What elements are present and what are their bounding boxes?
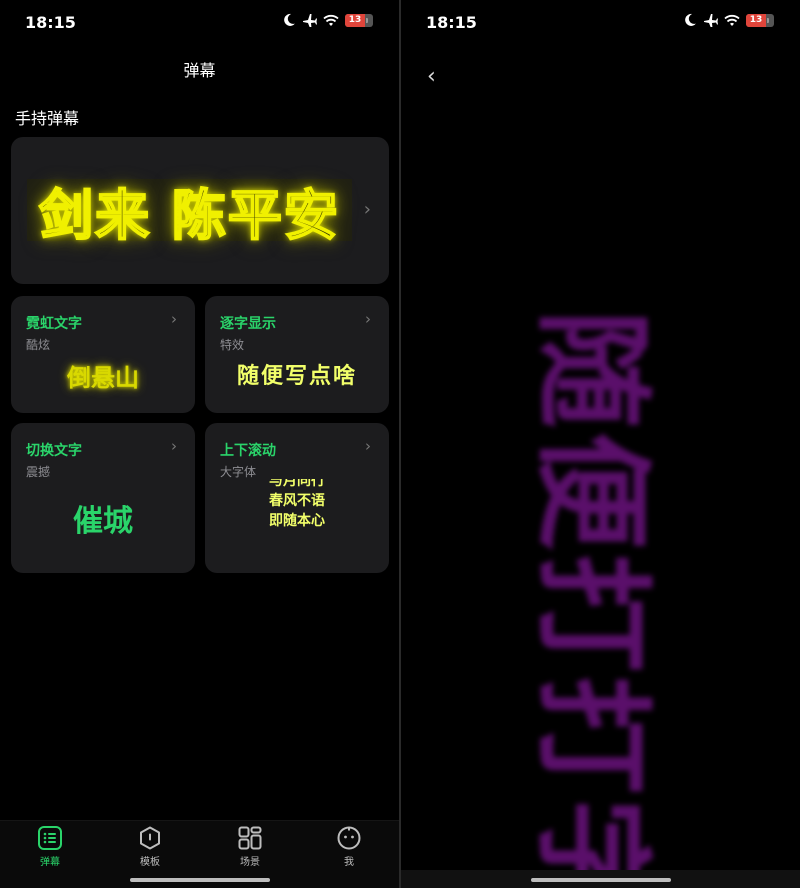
card-switch-text[interactable]: 切换文字 震撼 › 催城 (11, 423, 195, 573)
status-icons: 13 (683, 13, 774, 27)
card-title: 逐字显示 (220, 316, 276, 332)
battery-icon: 13 (345, 13, 373, 27)
wifi-icon (724, 14, 740, 26)
tab-template[interactable]: 模板 (120, 826, 180, 868)
status-bar: 18:15 13 (401, 0, 800, 44)
tab-label: 我 (344, 857, 354, 868)
vertical-banner: 随便打打字 (453, 220, 753, 870)
chevron-right-icon: › (363, 199, 371, 220)
home-indicator (531, 878, 671, 882)
home-indicator (130, 878, 270, 882)
chevron-right-icon: › (171, 437, 177, 455)
card-title: 上下滚动 (220, 443, 276, 459)
moon-icon (284, 13, 295, 26)
home-screen: 18:15 13 弹幕 手持弹幕 剑来 陈平安 › 霓虹文字 酷炫 › 倒悬山 … (0, 0, 399, 888)
chevron-right-icon: › (171, 310, 177, 328)
banner-text: 随便打打字 (523, 310, 661, 870)
card-subtitle: 震撼 (26, 465, 51, 479)
status-bar: 18:15 13 (0, 0, 399, 44)
status-time: 18:15 (25, 13, 76, 32)
airplane-icon (303, 14, 317, 27)
banner-display-screen: 18:15 13 ‹ 随便打打字 (401, 0, 800, 888)
list-icon (38, 826, 62, 850)
card-neon-text[interactable]: 霓虹文字 酷炫 › 倒悬山 (11, 296, 195, 413)
tab-label: 弹幕 (40, 857, 60, 868)
profile-icon (337, 826, 361, 850)
card-preview: 催城 (73, 504, 133, 539)
tab-label: 场景 (240, 857, 260, 868)
tab-scene[interactable]: 场景 (220, 826, 280, 868)
status-time: 18:15 (426, 13, 477, 32)
back-chevron-icon[interactable]: ‹ (427, 64, 436, 89)
page-title: 弹幕 (183, 61, 216, 80)
tab-danmu[interactable]: 弹幕 (20, 826, 80, 868)
scroll-line: 与月同行 (269, 479, 325, 489)
battery-icon: 13 (746, 13, 774, 27)
card-title: 霓虹文字 (26, 316, 82, 332)
tab-me[interactable]: 我 (319, 826, 379, 868)
card-vertical-scroll[interactable]: 上下滚动 大字体 › 与月同行 春风不语 即随本心 (205, 423, 389, 573)
scroll-line: 春风不语 (269, 493, 325, 509)
card-preview: 倒悬山 (67, 364, 139, 392)
card-preview: 与月同行 春风不语 即随本心 (205, 479, 389, 531)
airplane-icon (704, 14, 718, 27)
section-title: 手持弹幕 (15, 109, 80, 128)
neon-hero-card[interactable]: 剑来 陈平安 › (11, 137, 389, 284)
card-typewriter[interactable]: 逐字显示 特效 › 随便写点啥 (205, 296, 389, 413)
wifi-icon (323, 14, 339, 26)
moon-icon (685, 13, 696, 26)
card-subtitle: 大字体 (220, 465, 257, 479)
card-subtitle: 特效 (220, 338, 245, 352)
grid-icon (238, 826, 262, 850)
tab-label: 模板 (140, 857, 160, 868)
template-icon (140, 826, 160, 850)
card-title: 切换文字 (26, 443, 82, 459)
chevron-right-icon: › (365, 310, 371, 328)
card-subtitle: 酷炫 (26, 338, 51, 352)
neon-preview-text: 剑来 陈平安 (27, 179, 352, 248)
scroll-line: 即随本心 (269, 513, 325, 529)
status-icons: 13 (282, 13, 373, 27)
chevron-right-icon: › (365, 437, 371, 455)
card-preview: 随便写点啥 (236, 363, 357, 389)
